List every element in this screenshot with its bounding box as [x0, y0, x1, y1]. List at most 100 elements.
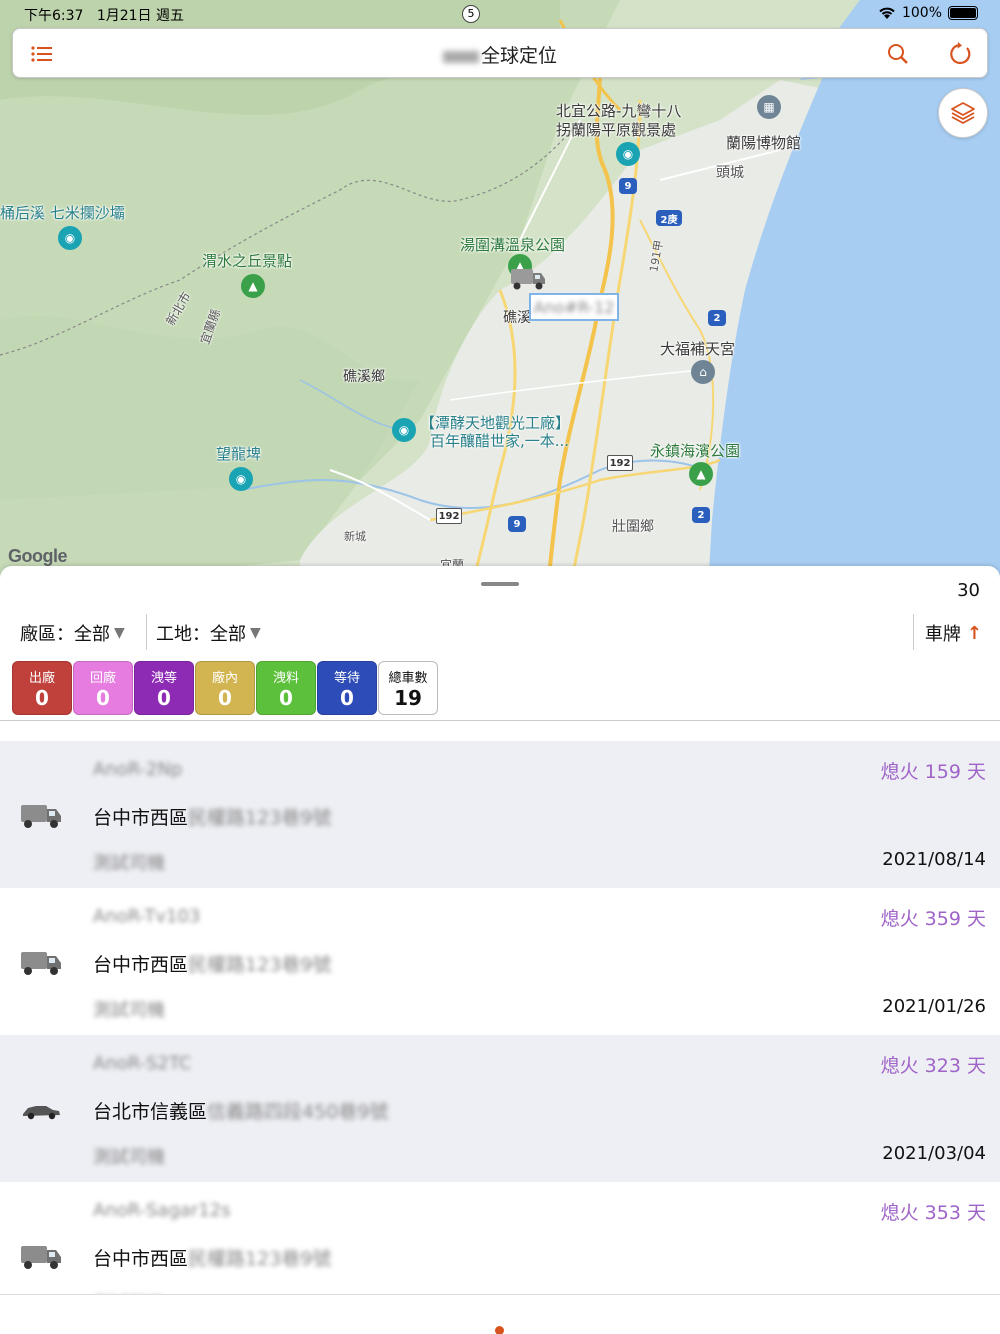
map-label-tonghou: 桶后溪 七米攔沙壩 — [0, 204, 125, 222]
map-base — [0, 0, 1000, 590]
sort-label: 車牌 — [924, 624, 961, 645]
page-indicator-bar — [0, 1294, 1000, 1334]
sort-arrow-up-icon: ↑ — [966, 622, 982, 644]
status-right: 100% — [878, 5, 978, 21]
vehicle-list-sheet: 30 廠區：全部 ▼ 工地：全部 ▼ 車牌 ↑ 出廠 0 回廠 0 洩等 0 廠內 0… — [0, 566, 1000, 1334]
status-chip-label: 洩料 — [272, 671, 299, 686]
area-filter-label: 廠區：全部 — [20, 624, 110, 645]
map-label-weishui: 渭水之丘景點 — [202, 252, 293, 270]
map-label-lanyang-museum: 蘭陽博物館 — [726, 134, 802, 152]
map-label-jiaoxi: 礁溪 — [503, 310, 531, 326]
status-chip-label: 廠內 — [211, 671, 238, 686]
status-chip-value: 0 — [279, 686, 293, 710]
route-shield: 9 — [619, 178, 637, 194]
park-poi-icon[interactable]: ▲ — [241, 274, 265, 298]
battery-icon — [948, 6, 978, 20]
map-label-beiyi: 北宜公路-九彎十八 — [556, 102, 682, 120]
camera-poi-icon[interactable]: ◉ — [229, 467, 253, 491]
vehicle-list-item[interactable]: AnoR-Tv103 台中市西區民權路123巷9號 測試司機 熄火 359 天 … — [0, 888, 1000, 1035]
status-chip[interactable]: 出廠 0 — [12, 661, 72, 715]
status-chip-value: 0 — [157, 686, 171, 710]
refresh-icon[interactable] — [946, 39, 976, 69]
map-label-tanfa-2: 百年釀醋世家,一本... — [430, 432, 570, 450]
page-title: 全球定位 — [13, 41, 987, 68]
map-label-xincheng: 新城 — [344, 530, 366, 543]
map-label-yongzhen: 永鎮海濱公園 — [650, 442, 741, 460]
status-chip[interactable]: 等待 0 — [317, 661, 377, 715]
camera-poi-icon[interactable]: ◉ — [392, 418, 416, 442]
vehicle-plate-callout[interactable]: Ano#R-12 — [529, 293, 619, 321]
map-label-beiyi-2: 拐蘭陽平原觀景處 — [556, 121, 677, 139]
truck-icon — [20, 801, 62, 835]
top-search-bar: 全球定位 — [12, 28, 988, 78]
page-title-text: 全球定位 — [480, 45, 557, 67]
status-chip[interactable]: 廠內 0 — [195, 661, 255, 715]
status-time: 下午6:37 — [24, 8, 84, 24]
dropdown-triangle-icon: ▼ — [250, 625, 261, 641]
status-chip[interactable]: 回廠 0 — [73, 661, 133, 715]
map-label-zhuangwei: 壯圍鄉 — [612, 519, 654, 535]
vehicle-list[interactable]: AnoR-2Np 台中市西區民權路123巷9號 測試司機 熄火 159 天 20… — [0, 720, 1000, 1295]
vehicle-plate: AnoR-S2TC — [93, 1053, 192, 1074]
divider — [146, 614, 147, 650]
area-filter-dropdown[interactable]: 廠區：全部 ▼ — [20, 620, 125, 646]
page-dot[interactable] — [495, 1326, 504, 1334]
vehicle-list-item[interactable]: AnoR-Sagar12s 台中市西區民權路123巷9號 測試司機 熄火 353… — [0, 1182, 1000, 1295]
status-chip-value: 19 — [394, 686, 422, 710]
status-chip-label: 等待 — [333, 671, 360, 686]
truck-icon — [20, 1242, 62, 1276]
park-poi-icon[interactable]: ▲ — [689, 462, 713, 486]
status-chip[interactable]: 總車數 19 — [378, 661, 438, 715]
wifi-icon — [879, 7, 895, 19]
museum-poi-icon[interactable]: ▦ — [757, 95, 781, 119]
site-filter-label: 工地：全部 — [156, 624, 246, 645]
status-chip-value: 0 — [340, 686, 354, 710]
status-date: 1月21日 週五 — [96, 8, 184, 24]
status-chip[interactable]: 洩等 0 — [134, 661, 194, 715]
vehicle-driver: 測試司機 — [93, 853, 165, 874]
status-chip-value: 0 — [96, 686, 110, 710]
site-filter-dropdown[interactable]: 工地：全部 ▼ — [156, 620, 261, 646]
filter-bar: 廠區：全部 ▼ 工地：全部 ▼ 車牌 ↑ — [0, 614, 1000, 650]
vehicle-marker-truck-icon[interactable] — [510, 266, 546, 296]
map-view[interactable]: 北宜公路-九彎十八 拐蘭陽平原觀景處 ▦ 蘭陽博物館 頭城 ◉ 湯圍溝溫泉公園 … — [0, 0, 1000, 590]
status-chip-value: 0 — [35, 686, 49, 710]
vehicle-list-item[interactable]: AnoR-2Np 台中市西區民權路123巷9號 測試司機 熄火 159 天 20… — [0, 741, 1000, 888]
vehicle-plate: AnoR-Tv103 — [93, 906, 201, 927]
vehicle-driver: 測試司機 — [93, 1000, 165, 1021]
status-chip[interactable]: 洩料 0 — [256, 661, 316, 715]
route-shield: 2 — [708, 310, 726, 326]
route-badge-icon: 5 — [462, 5, 480, 23]
vehicle-address: 台北市信義區信義路四段450巷9號 — [93, 1101, 389, 1123]
status-chip-value: 0 — [218, 686, 232, 710]
vehicle-address: 台中市西區民權路123巷9號 — [93, 954, 332, 976]
vehicle-driver: 測試司機 — [93, 1147, 165, 1168]
callout-plate-text: Ano#R-12 — [533, 297, 615, 317]
route-shield: 9 — [508, 516, 526, 532]
status-time-date: 下午6:37 1月21日 週五 — [24, 5, 184, 25]
status-chip-group: 出廠 0 回廠 0 洩等 0 廠內 0 洩料 0 等待 0 總車數 19 — [12, 661, 438, 715]
vehicle-plate: AnoR-Sagar12s — [93, 1200, 231, 1221]
sheet-grabber-handle[interactable] — [481, 582, 519, 586]
last-update-date: 2021/08/14 — [882, 849, 986, 870]
google-logo: Google — [8, 546, 68, 566]
vehicle-count: 30 — [957, 580, 980, 601]
search-icon[interactable] — [883, 39, 913, 69]
vehicle-plate: AnoR-2Np — [93, 759, 183, 780]
status-bar: 下午6:37 1月21日 週五 5 100% — [0, 0, 1000, 28]
temple-poi-icon[interactable]: ⌂ — [691, 360, 715, 384]
vehicle-address: 台中市西區民權路123巷9號 — [93, 807, 332, 829]
engine-status: 熄火 353 天 — [880, 1202, 986, 1224]
vehicle-list-item[interactable]: AnoR-S2TC 台北市信義區信義路四段450巷9號 測試司機 熄火 323 … — [0, 1035, 1000, 1182]
list-previous-row-edge — [0, 721, 1000, 741]
status-chip-label: 洩等 — [150, 671, 177, 686]
car-icon — [20, 1095, 62, 1129]
layers-icon — [951, 102, 975, 124]
camera-poi-icon[interactable]: ◉ — [616, 142, 640, 166]
camera-poi-icon[interactable]: ◉ — [58, 226, 82, 250]
last-update-date: 2021/03/04 — [882, 1143, 986, 1164]
layers-button[interactable] — [938, 88, 988, 138]
sort-plate-button[interactable]: 車牌 ↑ — [925, 620, 982, 646]
company-name-redacted — [442, 50, 479, 63]
map-label-toucheng: 頭城 — [716, 165, 744, 181]
